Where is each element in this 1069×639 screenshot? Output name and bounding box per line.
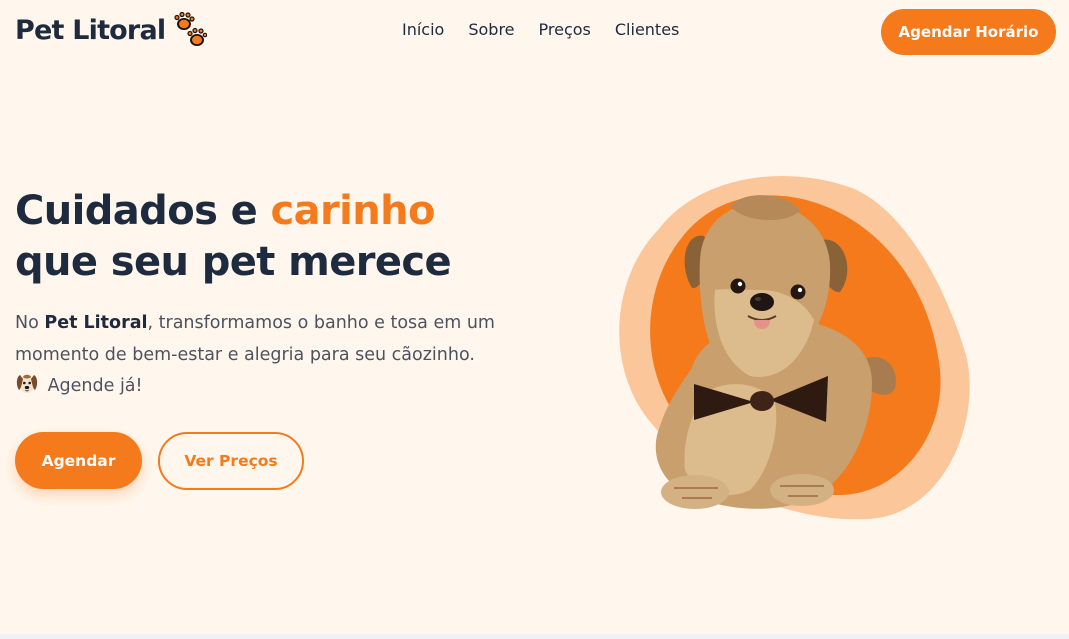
nav-item-clientes[interactable]: Clientes bbox=[615, 20, 680, 39]
schedule-appointment-button[interactable]: Agendar Horário bbox=[881, 9, 1056, 55]
nav-item-sobre[interactable]: Sobre bbox=[468, 20, 514, 39]
nav-item-precos[interactable]: Preços bbox=[539, 20, 591, 39]
hero-title-part1: Cuidados e bbox=[15, 188, 271, 234]
hero-image bbox=[619, 175, 970, 520]
dog-face-emoji-icon bbox=[16, 374, 38, 393]
page: Pet Litoral Início Sobre Preços Clientes… bbox=[0, 0, 1069, 639]
hero-desc-cta: Agende já! bbox=[42, 376, 143, 396]
hero-description: No Pet Litoral, transformamos o banho e … bbox=[15, 308, 535, 403]
brand-name: Pet Litoral bbox=[15, 14, 166, 46]
main-nav: Início Sobre Preços Clientes bbox=[402, 20, 679, 39]
paw-prints-icon bbox=[174, 12, 208, 46]
hero-desc-prefix: No bbox=[15, 313, 45, 333]
nav-item-inicio[interactable]: Início bbox=[402, 20, 444, 39]
page-bottom-edge bbox=[0, 634, 1069, 639]
schedule-button[interactable]: Agendar bbox=[15, 432, 142, 489]
hero-title-accent: carinho bbox=[270, 188, 435, 234]
view-prices-button[interactable]: Ver Preços bbox=[158, 432, 304, 490]
hero-title: Cuidados e carinho que seu pet merece bbox=[15, 186, 535, 288]
hero-title-part2: que seu pet merece bbox=[15, 239, 452, 285]
logo[interactable]: Pet Litoral bbox=[15, 12, 208, 48]
hero-desc-brand: Pet Litoral bbox=[44, 313, 148, 333]
